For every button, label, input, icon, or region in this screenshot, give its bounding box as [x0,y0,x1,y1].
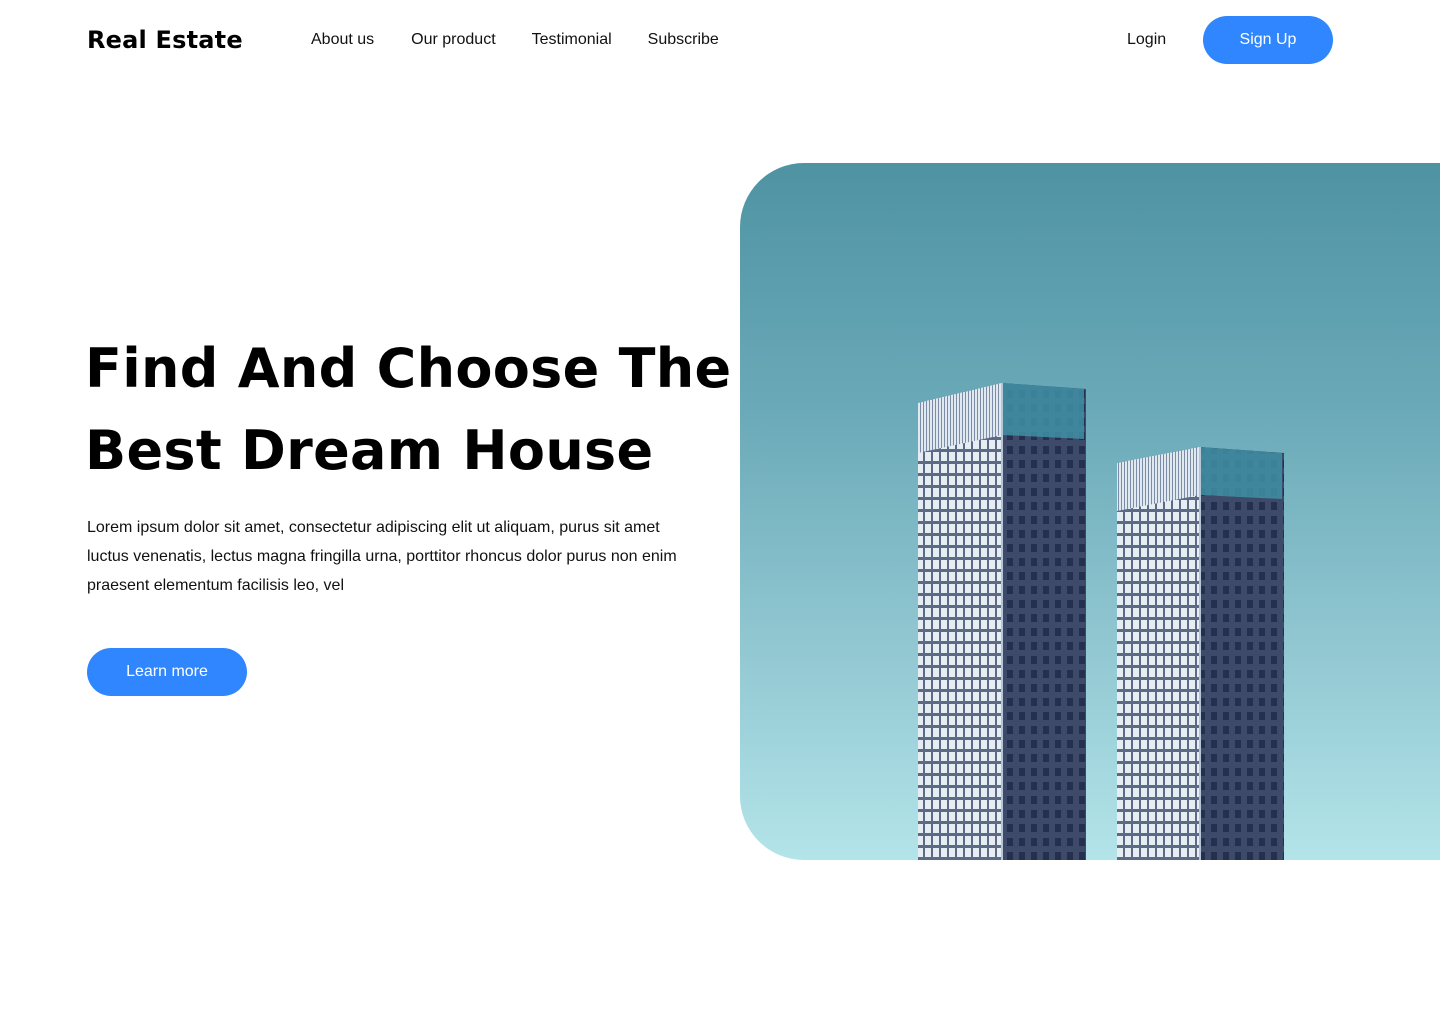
hero-title-line-1: Find And Choose The [85,337,732,400]
hero-image [740,163,1440,860]
nav-testimonial[interactable]: Testimonial [532,28,612,52]
sign-up-button[interactable]: Sign Up [1203,16,1333,64]
nav-our-product[interactable]: Our product [411,28,495,52]
login-button[interactable]: Login [1127,28,1166,52]
tower-left [918,383,1086,860]
hero-description: Lorem ipsum dolor sit amet, consectetur … [87,519,677,594]
nav-about-us[interactable]: About us [311,28,374,52]
tower-right [1117,447,1284,860]
brand-logo[interactable]: Real Estate [87,24,243,56]
main-nav: About us Our product Testimonial Subscri… [311,28,719,52]
towers-illustration [918,383,1284,860]
nav-subscribe[interactable]: Subscribe [648,28,719,52]
hero-title: Find And Choose The Best Dream House [85,328,732,492]
learn-more-button[interactable]: Learn more [87,648,247,696]
landing-page: Real Estate About us Our product Testimo… [0,0,1440,1024]
hero-title-line-2: Best Dream House [85,419,654,482]
